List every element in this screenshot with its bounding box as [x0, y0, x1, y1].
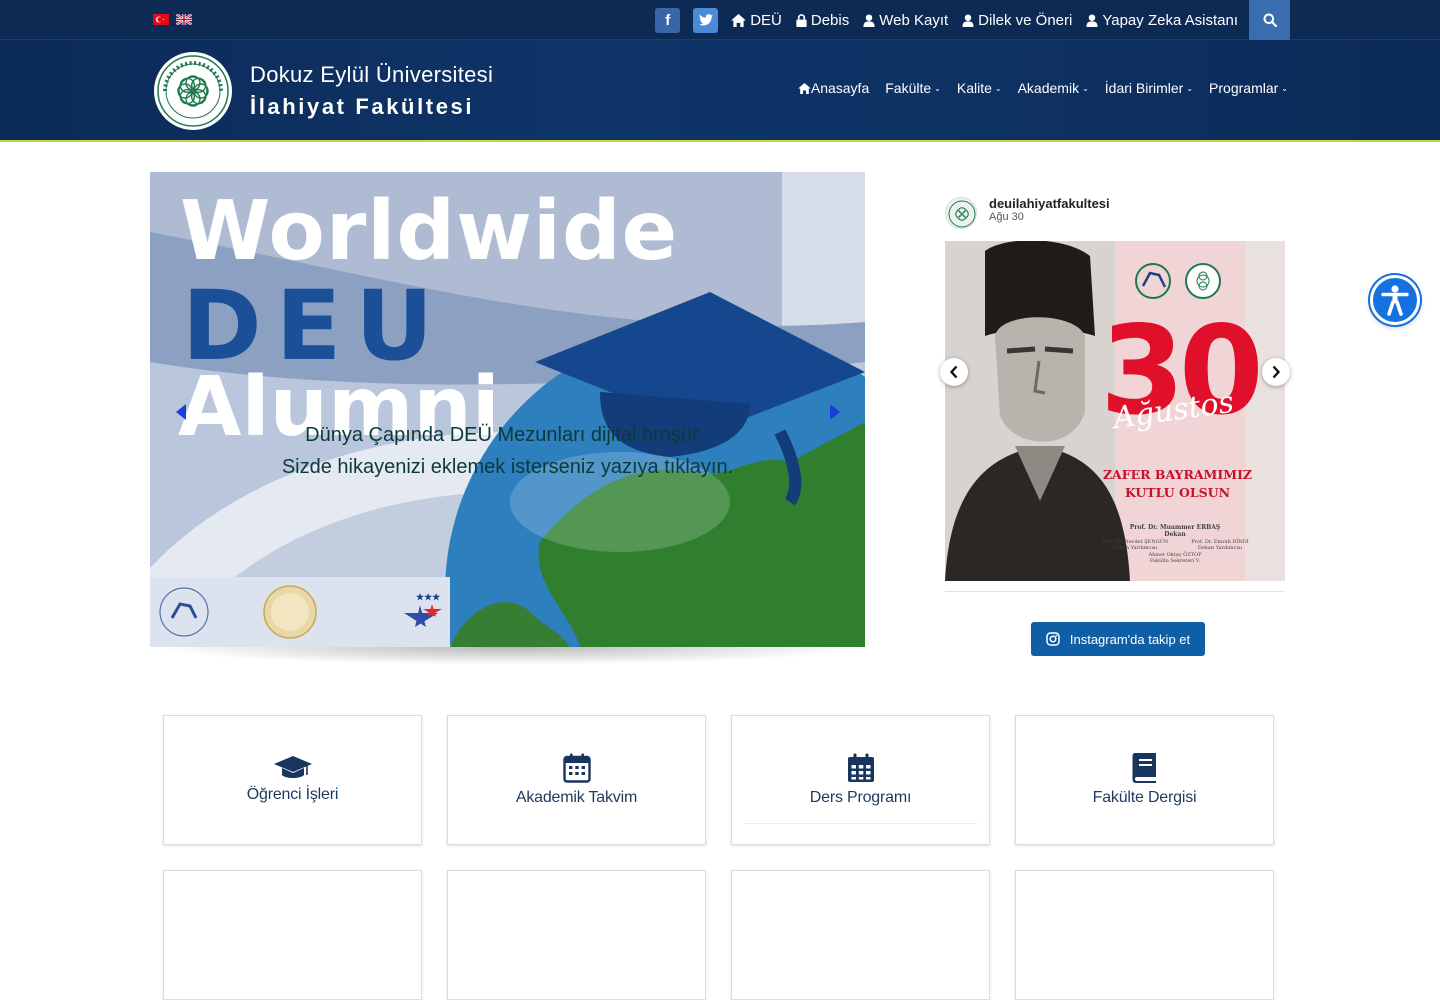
- user-icon: [1086, 13, 1098, 27]
- web-kayit-link-label: Web Kayıt: [879, 11, 949, 29]
- nav-programlar[interactable]: Programlar ⌄: [1209, 80, 1288, 96]
- nav-anasayfa[interactable]: Anasayfa: [798, 80, 869, 96]
- search-button[interactable]: [1249, 0, 1290, 40]
- deu-link-label: DEÜ: [750, 11, 782, 29]
- card-akademik-takvim[interactable]: Akademik Takvim: [447, 715, 706, 845]
- card-row2-1[interactable]: [163, 870, 422, 1000]
- user-icon: [962, 13, 974, 27]
- university-name: Dokuz Eylül Üniversitesi: [250, 62, 494, 87]
- instagram-username[interactable]: deuilahiyatfakultesi: [989, 196, 1110, 211]
- card-ogrenci-isleri[interactable]: Öğrenci İşleri: [163, 715, 422, 845]
- chevron-down-icon: ⌄: [934, 83, 941, 93]
- instagram-follow-button[interactable]: Instagram'da takip et: [1031, 622, 1205, 656]
- search-icon: [1263, 13, 1277, 27]
- chevron-down-icon: ⌄: [1186, 83, 1194, 93]
- instagram-separator: [945, 591, 1285, 592]
- card-divider: [744, 823, 977, 824]
- card-fakulte-dergisi[interactable]: Fakülte Dergisi: [1015, 715, 1274, 845]
- slider-shadow: [150, 647, 865, 665]
- header-accent-line: [0, 140, 1440, 142]
- card-akademik-takvim-label: Akademik Takvim: [515, 789, 638, 806]
- post-message: ZAFER BAYRAMIMIZ KUTLU OLSUN: [1095, 466, 1260, 502]
- chevron-right-icon: [1272, 365, 1281, 379]
- top-links: f DEÜ Debis Web Kayıt Dilek ve Öneri Yap…: [655, 0, 1290, 40]
- instagram-next-button[interactable]: [1262, 358, 1290, 386]
- card-ogrenci-isleri-label: Öğrenci İşleri: [246, 786, 339, 803]
- home-icon: [798, 82, 811, 94]
- home-icon: [731, 13, 747, 27]
- accessibility-icon: [1381, 285, 1409, 316]
- facebook-icon[interactable]: f: [655, 7, 681, 33]
- dilek-oneri-link[interactable]: Dilek ve Öneri: [962, 12, 1072, 29]
- web-kayit-link[interactable]: Web Kayıt: [863, 12, 948, 29]
- instagram-post-date: Ağu 30: [989, 211, 1024, 223]
- ai-assistant-link[interactable]: Yapay Zeka Asistanı: [1086, 12, 1238, 29]
- top-bar: f DEÜ Debis Web Kayıt Dilek ve Öneri Yap…: [0, 0, 1440, 40]
- graduation-cap-icon: [273, 756, 312, 778]
- slide-title-worldwide: Worldwide: [180, 184, 679, 279]
- calendar-icon: [562, 753, 591, 783]
- nav-idari-birimler-label: İdari Birimler: [1104, 80, 1184, 96]
- card-row2-3[interactable]: [731, 870, 990, 1000]
- nav-kalite[interactable]: Kalite ⌄: [957, 80, 1002, 96]
- post-signature-main: Prof. Dr. Muammer ERBAŞ Dekan: [1125, 524, 1225, 538]
- chevron-left-icon: [949, 365, 958, 379]
- post-signature-right-title: Dekan Yardımcısı: [1197, 545, 1243, 551]
- deu-link[interactable]: DEÜ: [731, 12, 782, 29]
- hero-slider[interactable]: ★★★ Worldwide DEU Alumni Dünya Çapında D…: [150, 172, 865, 647]
- instagram-prev-button[interactable]: [940, 358, 968, 386]
- nav-fakulte-label: Fakülte: [885, 80, 932, 96]
- slide-caption-line2[interactable]: Sizde hikayenizi eklemek isterseniz yazı…: [150, 456, 865, 479]
- faculty-name: İlahiyat Fakültesi: [250, 94, 475, 119]
- card-fakulte-dergisi-label: Fakülte Dergisi: [1092, 789, 1197, 806]
- svg-text:★★★: ★★★: [416, 592, 441, 602]
- chevron-down-icon: ⌄: [994, 83, 1002, 93]
- brand-title[interactable]: Dokuz Eylül Üniversitesi İlahiyat Fakült…: [250, 62, 493, 120]
- instagram-follow-label: Instagram'da takip et: [1069, 631, 1191, 647]
- post-signature-right: Prof. Dr. Emrah DİNDİ Dekan Yardımcısı: [1180, 539, 1260, 551]
- faculty-logo[interactable]: [153, 51, 233, 131]
- instagram-icon: [1046, 632, 1060, 646]
- card-ders-programi[interactable]: Ders Programı: [731, 715, 990, 845]
- nav-fakulte[interactable]: Fakülte ⌄: [885, 80, 941, 96]
- post-message-line1: ZAFER BAYRAMIMIZ: [1102, 467, 1253, 482]
- post-signature-main-title: Dekan: [1164, 531, 1186, 538]
- post-signature-bottom: Ahmet Oktay ÖZTOP Fakülte Sekreteri V.: [1135, 552, 1215, 564]
- twitter-icon[interactable]: [693, 7, 719, 33]
- calendar-grid-icon: [847, 753, 874, 782]
- nav-akademik-label: Akademik: [1017, 80, 1080, 96]
- debis-link[interactable]: Debis: [796, 12, 849, 29]
- accessibility-button[interactable]: [1370, 275, 1420, 325]
- post-message-line2: KUTLU OLSUN: [1124, 485, 1230, 500]
- slide-caption-line1[interactable]: Dünya Çapında DEÜ Mezunları dijital broş…: [150, 424, 865, 447]
- ai-assistant-link-label: Yapay Zeka Asistanı: [1102, 11, 1238, 29]
- debis-link-label: Debis: [810, 11, 850, 29]
- chevron-down-icon: ⌄: [1082, 83, 1089, 93]
- language-switcher: [153, 14, 192, 25]
- nav-anasayfa-label: Anasayfa: [810, 80, 870, 96]
- english-flag-icon[interactable]: [176, 14, 192, 25]
- nav-programlar-label: Programlar: [1209, 80, 1279, 96]
- post-signature-left-title: Dekan Yardımcısı: [1112, 545, 1158, 551]
- chevron-down-icon: ⌄: [1281, 83, 1288, 93]
- instagram-avatar[interactable]: [945, 197, 977, 229]
- card-ders-programi-label: Ders Programı: [809, 789, 912, 806]
- nav-idari-birimler[interactable]: İdari Birimler ⌄: [1105, 80, 1193, 96]
- user-icon: [863, 13, 875, 27]
- instagram-post-image[interactable]: 30 Ağustos ZAFER BAYRAMIMIZ KUTLU OLSUN …: [945, 241, 1285, 581]
- card-row2-2[interactable]: [447, 870, 706, 1000]
- post-signature-main-name: Prof. Dr. Muammer ERBAŞ: [1129, 524, 1221, 531]
- dilek-oneri-link-label: Dilek ve Öneri: [978, 11, 1073, 29]
- main-nav: Anasayfa Fakülte ⌄ Kalite ⌄ Akademik ⌄ İdar…: [798, 80, 1288, 96]
- slider-next-icon[interactable]: [830, 404, 840, 420]
- lock-icon: [796, 13, 807, 27]
- post-signature-bottom-title: Fakülte Sekreteri V.: [1149, 558, 1201, 564]
- book-icon: [1132, 753, 1156, 783]
- card-row2-4[interactable]: [1015, 870, 1274, 1000]
- turkish-flag-icon[interactable]: [153, 14, 169, 25]
- nav-akademik[interactable]: Akademik ⌄: [1018, 80, 1089, 96]
- nav-kalite-label: Kalite: [956, 80, 992, 96]
- post-signature-left: Prof. Dr. Necdet ŞENGÜN Dekan Yardımcısı: [1095, 539, 1175, 551]
- slider-prev-icon[interactable]: [176, 404, 186, 420]
